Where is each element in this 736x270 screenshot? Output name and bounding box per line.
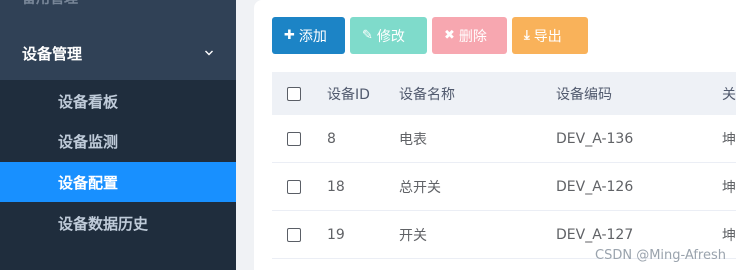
add-button-label: 添加: [298, 28, 327, 45]
sidebar: 备用管理 设备管理 设备看板 设备监测 设备配置 设备数据历史: [0, 0, 236, 270]
edit-icon: ✎: [362, 28, 373, 43]
sidebar-item-device-monitoring[interactable]: 设备监测: [0, 121, 236, 161]
download-icon: ⤓: [524, 28, 530, 43]
table-row[interactable]: 8 电表 DEV_A-136 坤: [272, 115, 736, 163]
row-checkbox[interactable]: [287, 179, 301, 194]
device-table: 设备ID 设备名称 设备编码 关 8 电表 DEV_A-136 坤 18 总开关…: [272, 72, 736, 259]
plus-icon: ✚: [284, 28, 295, 43]
watermark: CSDN @Ming-Afresh: [595, 248, 726, 263]
select-all-cell: [287, 72, 301, 115]
main-card: ✚ 添加 ✎ 修改 ✖ 删除 ⤓ 导出 设备ID 设备名称 设备编码 关 8 电…: [254, 0, 736, 270]
sidebar-item-label: 设备数据历史: [58, 214, 149, 233]
device-code-cell: DEV_A-126: [556, 178, 634, 195]
row-select-cell: [287, 211, 301, 258]
row-checkbox[interactable]: [287, 227, 301, 242]
sidebar-item-device-dashboard[interactable]: 设备看板: [0, 81, 236, 121]
delete-button[interactable]: ✖ 删除: [432, 17, 507, 54]
device-id-cell: 19: [327, 226, 345, 243]
edit-button[interactable]: ✎ 修改: [350, 17, 427, 54]
device-code-cell: DEV_A-136: [556, 130, 634, 147]
device-id-cell: 18: [327, 178, 345, 195]
sidebar-item-label: 设备监测: [58, 132, 119, 151]
device-id-cell: 8: [327, 130, 336, 147]
content-gutter: [236, 0, 254, 270]
sidebar-submenu: 设备看板 设备监测 设备配置 设备数据历史: [0, 80, 236, 270]
column-header[interactable]: 关: [722, 72, 736, 115]
column-header[interactable]: 设备编码: [556, 72, 612, 115]
row-select-cell: [287, 115, 301, 162]
device-name-cell: 总开关: [399, 179, 441, 196]
toolbar: ✚ 添加 ✎ 修改 ✖ 删除 ⤓ 导出: [272, 17, 588, 54]
device-name-cell: 电表: [399, 131, 427, 148]
sidebar-clipped-item[interactable]: 备用管理: [22, 0, 78, 8]
select-all-checkbox[interactable]: [287, 86, 301, 101]
table-row[interactable]: 18 总开关 DEV_A-126 坤: [272, 163, 736, 211]
column-header[interactable]: 设备名称: [399, 72, 455, 115]
device-name-cell: 开关: [399, 227, 427, 244]
sidebar-item-label: 设备看板: [58, 92, 119, 111]
column-header[interactable]: 设备ID: [327, 72, 370, 115]
delete-button-label: 删除: [458, 28, 487, 45]
row-checkbox[interactable]: [287, 131, 301, 146]
sidebar-group-device-management[interactable]: 设备管理: [0, 28, 236, 78]
chevron-down-icon: [205, 50, 213, 56]
table-header: 设备ID 设备名称 设备编码 关: [272, 72, 736, 115]
sidebar-group-label: 设备管理: [22, 44, 83, 63]
truncated-cell: 坤: [722, 179, 736, 196]
sidebar-item-device-data-history[interactable]: 设备数据历史: [0, 203, 236, 243]
sidebar-item-device-config[interactable]: 设备配置: [0, 162, 236, 202]
add-button[interactable]: ✚ 添加: [272, 17, 345, 54]
close-icon: ✖: [444, 28, 455, 43]
export-button-label: 导出: [533, 28, 562, 45]
truncated-cell: 坤: [722, 131, 736, 148]
edit-button-label: 修改: [376, 28, 405, 45]
row-select-cell: [287, 163, 301, 210]
export-button[interactable]: ⤓ 导出: [512, 17, 588, 54]
sidebar-item-label: 设备配置: [58, 173, 119, 192]
